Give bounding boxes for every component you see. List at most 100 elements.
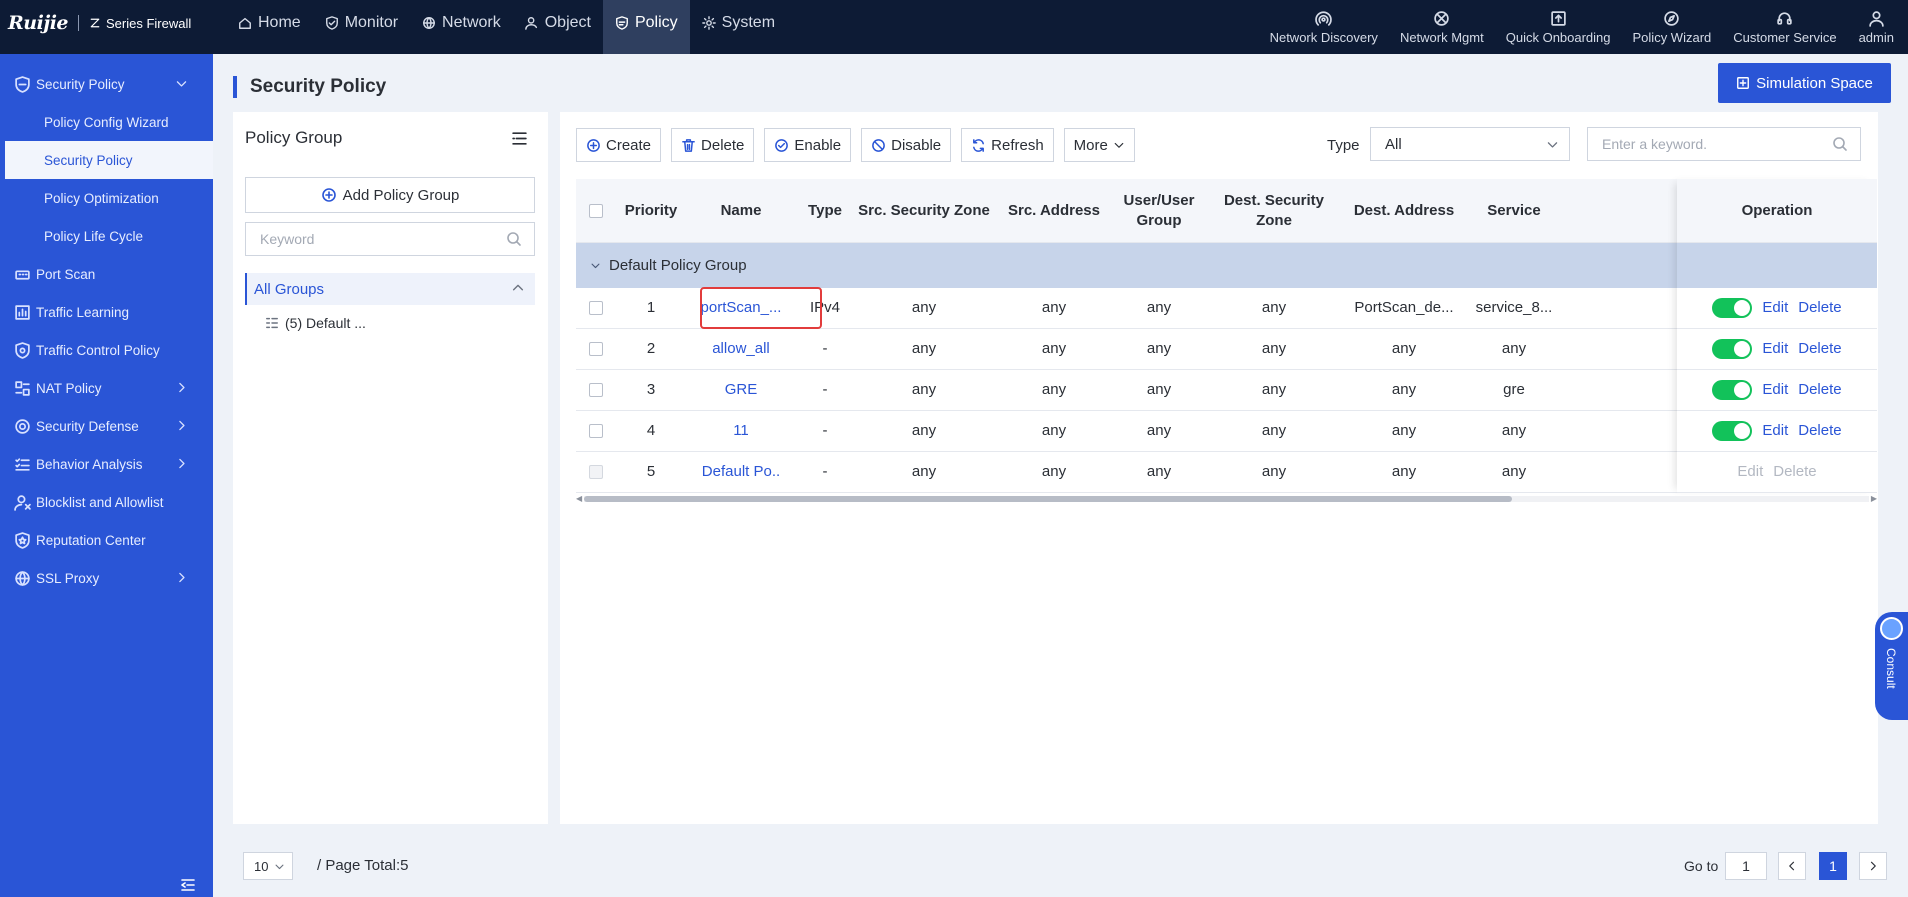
sidebar-sub-config-wizard[interactable]: Policy Config Wizard — [0, 103, 213, 141]
collapse-sidebar-icon[interactable] — [180, 877, 196, 893]
cell-service: any — [1501, 463, 1527, 481]
header-dest-address[interactable]: Dest. Address — [1344, 179, 1464, 242]
scroll-left-icon[interactable]: ◀ — [576, 494, 582, 504]
chevron-down-icon[interactable] — [590, 260, 601, 271]
enable-toggle[interactable] — [1712, 298, 1753, 318]
add-policy-group-button[interactable]: Add Policy Group — [245, 177, 535, 213]
simulation-space-button[interactable]: Simulation Space — [1718, 63, 1891, 103]
goto-label: Go to — [1684, 858, 1719, 874]
cell-name-link[interactable]: portScan_... — [686, 288, 796, 328]
sidebar-item-reputation-center[interactable]: Reputation Center — [0, 521, 213, 559]
goto-page-input[interactable]: 1 — [1725, 852, 1767, 880]
customer-service-label: Customer Service — [1733, 29, 1837, 45]
delete-link[interactable]: Delete — [1798, 298, 1841, 318]
edit-link[interactable]: Edit — [1762, 339, 1788, 359]
customer-service-button[interactable]: Customer Service — [1733, 0, 1837, 54]
more-dropdown[interactable]: More — [1063, 128, 1135, 162]
topnav-monitor-label: Monitor — [344, 14, 399, 31]
sidebar-item-ssl-proxy[interactable]: SSL Proxy — [0, 559, 213, 597]
header-service[interactable]: Service — [1464, 179, 1564, 242]
edit-link[interactable]: Edit — [1762, 298, 1788, 318]
quick-onboarding-button[interactable]: Quick Onboarding — [1506, 0, 1611, 54]
delete-button[interactable]: Delete — [671, 128, 755, 162]
group-row-default[interactable]: Default Policy Group — [576, 243, 1877, 288]
header-dest-zone[interactable]: Dest. Security Zone — [1204, 179, 1344, 242]
sidebar-sub-security-policy[interactable]: Security Policy — [5, 141, 213, 179]
sidebar-item-security-policy[interactable]: Security Policy — [0, 65, 213, 103]
badge-icon — [15, 531, 30, 549]
sidebar-item-traffic-control[interactable]: Traffic Control Policy — [0, 331, 213, 369]
tree-node-default-group[interactable]: (5) Default ... — [265, 308, 366, 338]
chevron-up-icon[interactable] — [511, 281, 525, 295]
topnav-object[interactable]: Object — [513, 0, 603, 54]
topnav-policy[interactable]: Policy — [602, 0, 690, 54]
globe-icon — [15, 570, 30, 586]
next-page-button[interactable] — [1859, 852, 1887, 880]
header-src-zone[interactable]: Src. Security Zone — [854, 179, 994, 242]
topnav-network-label: Network — [442, 14, 501, 31]
consult-button[interactable]: Consult — [1875, 612, 1908, 720]
delete-link[interactable]: Delete — [1798, 421, 1841, 441]
enable-toggle[interactable] — [1712, 339, 1753, 359]
keyword-search-input[interactable]: Enter a keyword. — [1587, 127, 1861, 161]
horizontal-scrollbar[interactable]: ◀ ▶ — [576, 493, 1877, 503]
group-search-input[interactable]: Keyword — [245, 222, 535, 256]
sidebar-item-port-scan[interactable]: Port Scan — [0, 255, 213, 293]
header-priority[interactable]: Priority — [616, 179, 686, 242]
cell-name-link[interactable]: Default Po.. — [686, 452, 796, 492]
signal-icon — [1315, 10, 1332, 26]
current-page-button[interactable]: 1 — [1819, 852, 1847, 880]
delete-link[interactable]: Delete — [1798, 380, 1841, 400]
header-type[interactable]: Type — [796, 179, 854, 242]
cell-service: any — [1501, 422, 1527, 440]
disable-button[interactable]: Disable — [861, 128, 952, 162]
admin-menu[interactable]: admin — [1859, 0, 1894, 54]
edit-link[interactable]: Edit — [1762, 380, 1788, 400]
network-mgmt-button[interactable]: Network Mgmt — [1400, 0, 1484, 54]
enable-toggle[interactable] — [1712, 421, 1753, 441]
cell-name-link[interactable]: GRE — [686, 370, 796, 410]
sidebar-item-traffic-learning[interactable]: Traffic Learning — [0, 293, 213, 331]
chevron-right-icon — [179, 572, 185, 583]
sidebar-sub-optimization[interactable]: Policy Optimization — [0, 179, 213, 217]
topnav-monitor[interactable]: Monitor — [313, 0, 410, 54]
refresh-button[interactable]: Refresh — [961, 128, 1054, 162]
sidebar-item-label: Traffic Control Policy — [36, 342, 160, 358]
select-all-checkbox[interactable] — [589, 203, 603, 218]
page-size-select[interactable]: 10 — [243, 852, 293, 880]
header-user-group[interactable]: User/User Group — [1114, 179, 1204, 242]
sidebar-item-behavior-analysis[interactable]: Behavior Analysis — [0, 445, 213, 483]
row-checkbox[interactable] — [589, 301, 603, 315]
cell-operation: Edit Delete — [1677, 288, 1877, 328]
sidebar-item-security-defense[interactable]: Security Defense — [0, 407, 213, 445]
tree-all-groups[interactable]: All Groups — [245, 273, 535, 305]
scrollbar-thumb[interactable] — [584, 496, 1512, 502]
cell-dest-zone: any — [1261, 422, 1287, 440]
edit-link[interactable]: Edit — [1762, 421, 1788, 441]
type-filter-select[interactable]: All — [1370, 127, 1570, 161]
cell-user-group: any — [1146, 340, 1172, 358]
topnav-network[interactable]: Network — [410, 0, 513, 54]
menu-list-icon[interactable] — [511, 130, 528, 147]
header-name[interactable]: Name — [686, 179, 796, 242]
row-checkbox[interactable] — [589, 383, 603, 397]
sidebar-sub-life-cycle[interactable]: Policy Life Cycle — [0, 217, 213, 255]
enable-toggle[interactable] — [1712, 380, 1753, 400]
scroll-right-icon[interactable]: ▶ — [1871, 494, 1877, 504]
row-checkbox[interactable] — [589, 342, 603, 356]
policy-wizard-button[interactable]: Policy Wizard — [1633, 0, 1711, 54]
globe-icon — [423, 17, 435, 29]
header-src-address[interactable]: Src. Address — [994, 179, 1114, 242]
sidebar-item-blocklist[interactable]: Blocklist and Allowlist — [0, 483, 213, 521]
topnav-system[interactable]: System — [690, 0, 787, 54]
prev-page-button[interactable] — [1778, 852, 1806, 880]
topnav-home[interactable]: Home — [226, 0, 313, 54]
row-checkbox[interactable] — [589, 424, 603, 438]
network-discovery-button[interactable]: Network Discovery — [1270, 0, 1378, 54]
cell-name-link[interactable]: 11 — [686, 411, 796, 451]
sidebar-item-nat-policy[interactable]: NAT Policy — [0, 369, 213, 407]
cell-name-link[interactable]: allow_all — [686, 329, 796, 369]
delete-link[interactable]: Delete — [1798, 339, 1841, 359]
enable-button[interactable]: Enable — [764, 128, 852, 162]
create-button[interactable]: Create — [576, 128, 662, 162]
